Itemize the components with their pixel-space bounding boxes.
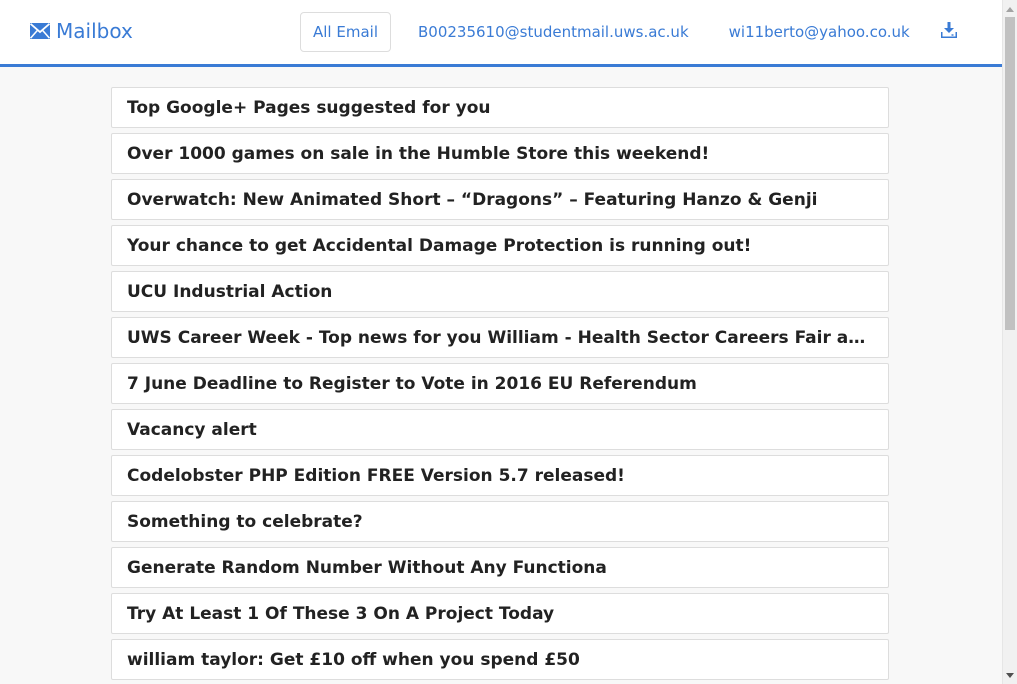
email-list-item[interactable]: Vacancy alert [111, 409, 889, 450]
email-list-item[interactable]: Try At Least 1 Of These 3 On A Project T… [111, 593, 889, 634]
email-list-item[interactable]: Top Google+ Pages suggested for you [111, 87, 889, 128]
email-list-item[interactable]: Something to celebrate? [111, 501, 889, 542]
email-subject: Over 1000 games on sale in the Humble St… [127, 143, 710, 164]
vertical-scrollbar[interactable] [1002, 0, 1017, 684]
nav-link-all-email[interactable]: All Email [300, 12, 391, 52]
envelope-icon [30, 23, 56, 39]
nav-link-yahoo-account[interactable]: wi11berto@yahoo.co.uk [716, 12, 923, 52]
email-subject: Your chance to get Accidental Damage Pro… [127, 235, 752, 256]
email-subject: Codelobster PHP Edition FREE Version 5.7… [127, 465, 625, 486]
email-list-item[interactable]: Overwatch: New Animated Short – “Dragons… [111, 179, 889, 220]
scroll-down-arrow-icon[interactable] [1003, 668, 1017, 682]
email-list-item[interactable]: UCU Industrial Action [111, 271, 889, 312]
brand[interactable]: Mailbox [30, 18, 133, 44]
navbar: Mailbox All Email B00235610@studentmail.… [0, 0, 1002, 67]
brand-label: Mailbox [56, 19, 133, 43]
email-list-item[interactable]: william taylor: Get £10 off when you spe… [111, 639, 889, 680]
email-subject: UWS Career Week - Top news for you Willi… [127, 327, 873, 348]
email-subject: Overwatch: New Animated Short – “Dragons… [127, 189, 818, 210]
email-list-item[interactable]: Your chance to get Accidental Damage Pro… [111, 225, 889, 266]
email-subject: UCU Industrial Action [127, 281, 333, 302]
email-list: Top Google+ Pages suggested for you Over… [111, 87, 889, 684]
scroll-up-arrow-icon[interactable] [1003, 2, 1017, 16]
email-subject: Something to celebrate? [127, 511, 363, 532]
download-icon [940, 22, 958, 42]
email-list-item[interactable]: Codelobster PHP Edition FREE Version 5.7… [111, 455, 889, 496]
email-subject: 7 June Deadline to Register to Vote in 2… [127, 373, 697, 394]
nav-link-student-account[interactable]: B00235610@studentmail.uws.ac.uk [405, 12, 702, 52]
email-subject: Try At Least 1 Of These 3 On A Project T… [127, 603, 555, 624]
email-list-item[interactable]: Generate Random Number Without Any Funct… [111, 547, 889, 588]
app-window: Mailbox All Email B00235610@studentmail.… [0, 0, 1002, 684]
email-list-item[interactable]: 7 June Deadline to Register to Vote in 2… [111, 363, 889, 404]
email-subject: Generate Random Number Without Any Funct… [127, 557, 607, 578]
email-list-item[interactable]: UWS Career Week - Top news for you Willi… [111, 317, 889, 358]
download-button[interactable] [937, 13, 961, 51]
email-subject: Top Google+ Pages suggested for you [127, 97, 491, 118]
email-list-item[interactable]: Over 1000 games on sale in the Humble St… [111, 133, 889, 174]
scrollbar-thumb[interactable] [1005, 17, 1015, 330]
email-subject: william taylor: Get £10 off when you spe… [127, 649, 580, 670]
nav-links: All Email B00235610@studentmail.uws.ac.u… [300, 12, 961, 52]
email-subject: Vacancy alert [127, 419, 257, 440]
